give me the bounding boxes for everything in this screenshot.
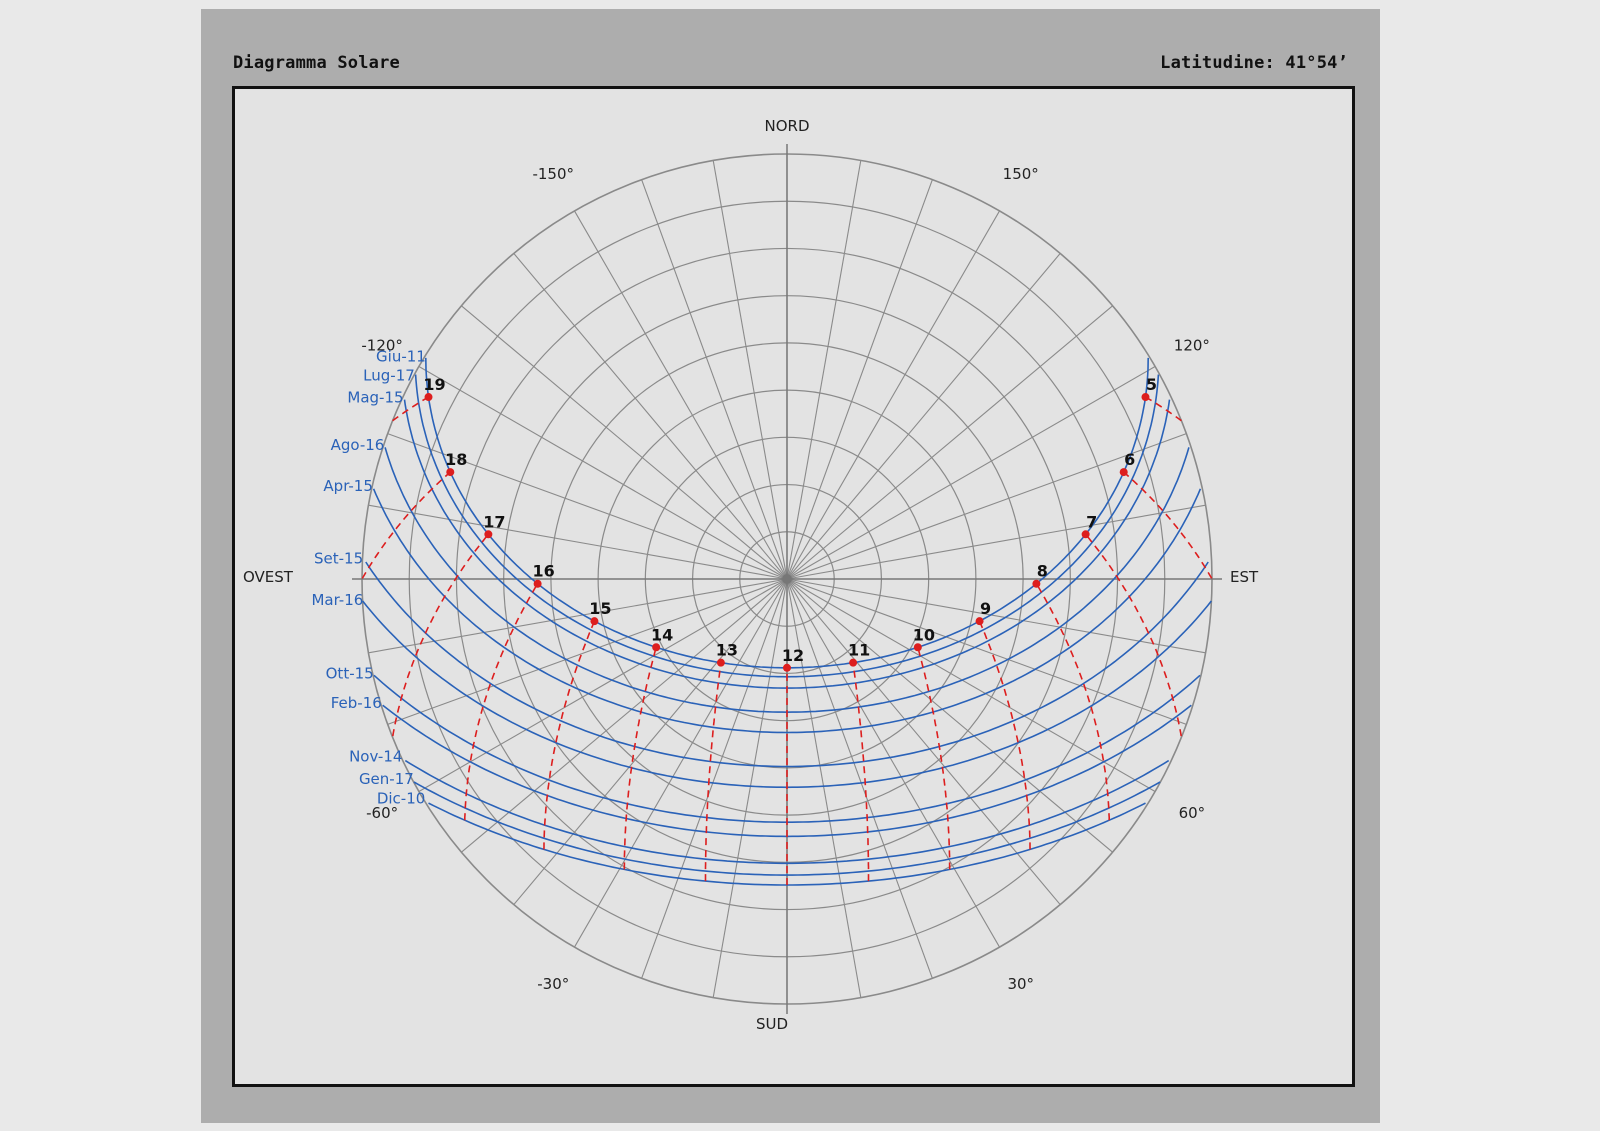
hour-label: 17 [483, 512, 505, 531]
zenith-marker [782, 574, 792, 584]
hour-marker [533, 579, 542, 588]
diagram-panel: NORD SUD EST OVEST -150° 150° -120° 120° -60… [232, 86, 1355, 1087]
latitude-readout: Latitudine: 41°54’ [1160, 53, 1348, 73]
east-label: EST [1230, 568, 1259, 586]
hour-marker [716, 658, 725, 667]
hour-marker [783, 663, 791, 672]
azimuth-degree-label: 120° [1174, 336, 1210, 354]
hour-label: 11 [848, 641, 870, 660]
azimuth-spoke [786, 160, 862, 580]
hour-marker [652, 643, 661, 652]
hour-label: 10 [913, 625, 935, 644]
azimuth-degree-label: 30° [1007, 975, 1034, 993]
month-label: Feb-16 [331, 694, 382, 712]
hour-curve [543, 620, 596, 850]
west-label: OVEST [243, 568, 294, 586]
azimuth-degree-label: 60° [1179, 804, 1206, 822]
month-label: Set-15 [314, 550, 363, 568]
hour-curve [917, 647, 951, 870]
month-label: Apr-15 [323, 477, 373, 495]
hour-label: 6 [1124, 450, 1135, 469]
diagram-labels: NORD SUD EST OVEST -150° 150°-120° 120°-60… [243, 117, 1259, 1033]
hour-curve [1084, 533, 1182, 737]
hour-curve [704, 662, 722, 882]
hour-curve [1123, 471, 1213, 579]
hour-curve [852, 662, 870, 882]
hour-label: 15 [589, 599, 611, 618]
hour-marker [484, 530, 493, 539]
hour-marker [913, 643, 922, 652]
hour-label: 18 [445, 450, 467, 469]
hour-curve [978, 620, 1031, 850]
hour-label: 19 [423, 375, 445, 394]
month-label: Ago-16 [331, 436, 385, 454]
sun-path-window: Diagramma Solare Latitudine: 41°54’ NORD… [201, 9, 1380, 1123]
hour-marker [1032, 579, 1041, 588]
hour-curve [623, 647, 657, 870]
sun-path-diagram: NORD SUD EST OVEST -150° 150°-120° 120°-60… [243, 117, 1259, 1033]
month-label: Giu-11 [376, 347, 426, 365]
hour-label: 16 [532, 562, 554, 581]
hour-label: 9 [980, 599, 991, 618]
south-label: SUD [756, 1015, 788, 1033]
diagram-title: Diagramma Solare [233, 53, 400, 73]
hour-marker [1119, 468, 1128, 477]
month-label: Dic-10 [377, 790, 425, 808]
hour-label: 8 [1037, 562, 1048, 581]
month-label: Gen-17 [359, 770, 414, 788]
hour-marker [1081, 530, 1090, 539]
hour-marker [975, 617, 984, 626]
azimuth-degree-label: -30° [537, 975, 569, 993]
month-label: Ott-15 [326, 664, 374, 682]
hour-curve [361, 471, 451, 579]
hour-label: 13 [716, 641, 738, 660]
azimuth-degree-label: -150° [532, 165, 574, 183]
hour-label: 7 [1086, 512, 1097, 531]
month-label: Nov-14 [349, 747, 402, 765]
month-label: Lug-17 [363, 366, 415, 384]
hour-marker [446, 468, 455, 477]
north-label: NORD [765, 117, 810, 135]
month-label: Mag-15 [347, 388, 403, 406]
hour-marker [590, 617, 599, 626]
hour-label: 12 [782, 646, 804, 665]
hour-label: 14 [651, 625, 673, 644]
hour-label: 5 [1146, 375, 1157, 394]
hour-marker [1141, 393, 1150, 402]
month-label: Mar-16 [311, 591, 363, 609]
hour-curve [392, 533, 490, 737]
hour-marker [424, 393, 433, 402]
azimuth-spoke [712, 160, 788, 580]
azimuth-degree-label: 150° [1003, 165, 1039, 183]
hour-marker [849, 658, 858, 667]
